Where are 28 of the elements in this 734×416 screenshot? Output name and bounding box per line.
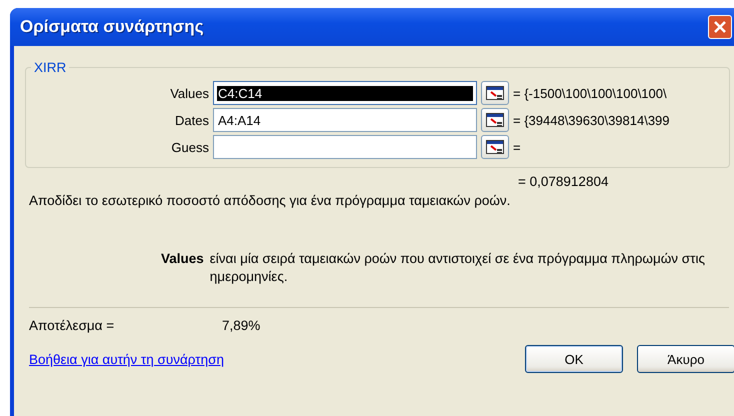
range-select-button[interactable] [481, 108, 509, 132]
collapse-dialog-icon [486, 86, 504, 100]
argument-value: = [513, 140, 521, 154]
ok-button[interactable]: OK [525, 345, 623, 373]
argument-name: Values [161, 250, 204, 268]
help-link[interactable]: Βοήθεια για αυτήν τη συνάρτηση [29, 352, 511, 366]
argument-description: είναι μία σειρά ταμειακών ροών που αντιστοιχεί σε ένα πρόγραμμα πληρωμών στις ημερομηνίες. [210, 250, 706, 286]
argument-field[interactable] [213, 135, 477, 159]
argument-label: Guess [170, 140, 209, 154]
argument-field[interactable]: C4:C14 [213, 81, 477, 105]
collapse-dialog-icon [486, 113, 504, 127]
result-value: 7,89% [222, 318, 260, 333]
function-name: XIRR [33, 60, 68, 75]
result-label: Αποτέλεσμα = [29, 318, 116, 333]
argument-field[interactable]: A4:A14 [213, 108, 477, 132]
range-select-button[interactable] [481, 81, 509, 105]
argument-value: = {-1500\100\100\100\100\ [513, 86, 667, 100]
range-select-button[interactable] [481, 135, 509, 159]
collapse-dialog-icon [486, 140, 504, 154]
formula-result: = 0,078912804 [518, 174, 610, 189]
close-button[interactable] [708, 15, 732, 39]
window-title: Ορίσματα συνάρτησης [19, 17, 204, 37]
argument-label: Values [169, 86, 209, 100]
close-icon [713, 20, 727, 34]
argument-label: Dates [174, 112, 209, 128]
cancel-button[interactable]: Άκυρο [637, 345, 734, 373]
function-description: Αποδίδει το εσωτερικό ποσοστό απόδοσης για ένα πρόγραμμα ταμειακών ροών. [29, 193, 512, 208]
argument-value: = {39448\39630\39814\399 [513, 112, 670, 128]
